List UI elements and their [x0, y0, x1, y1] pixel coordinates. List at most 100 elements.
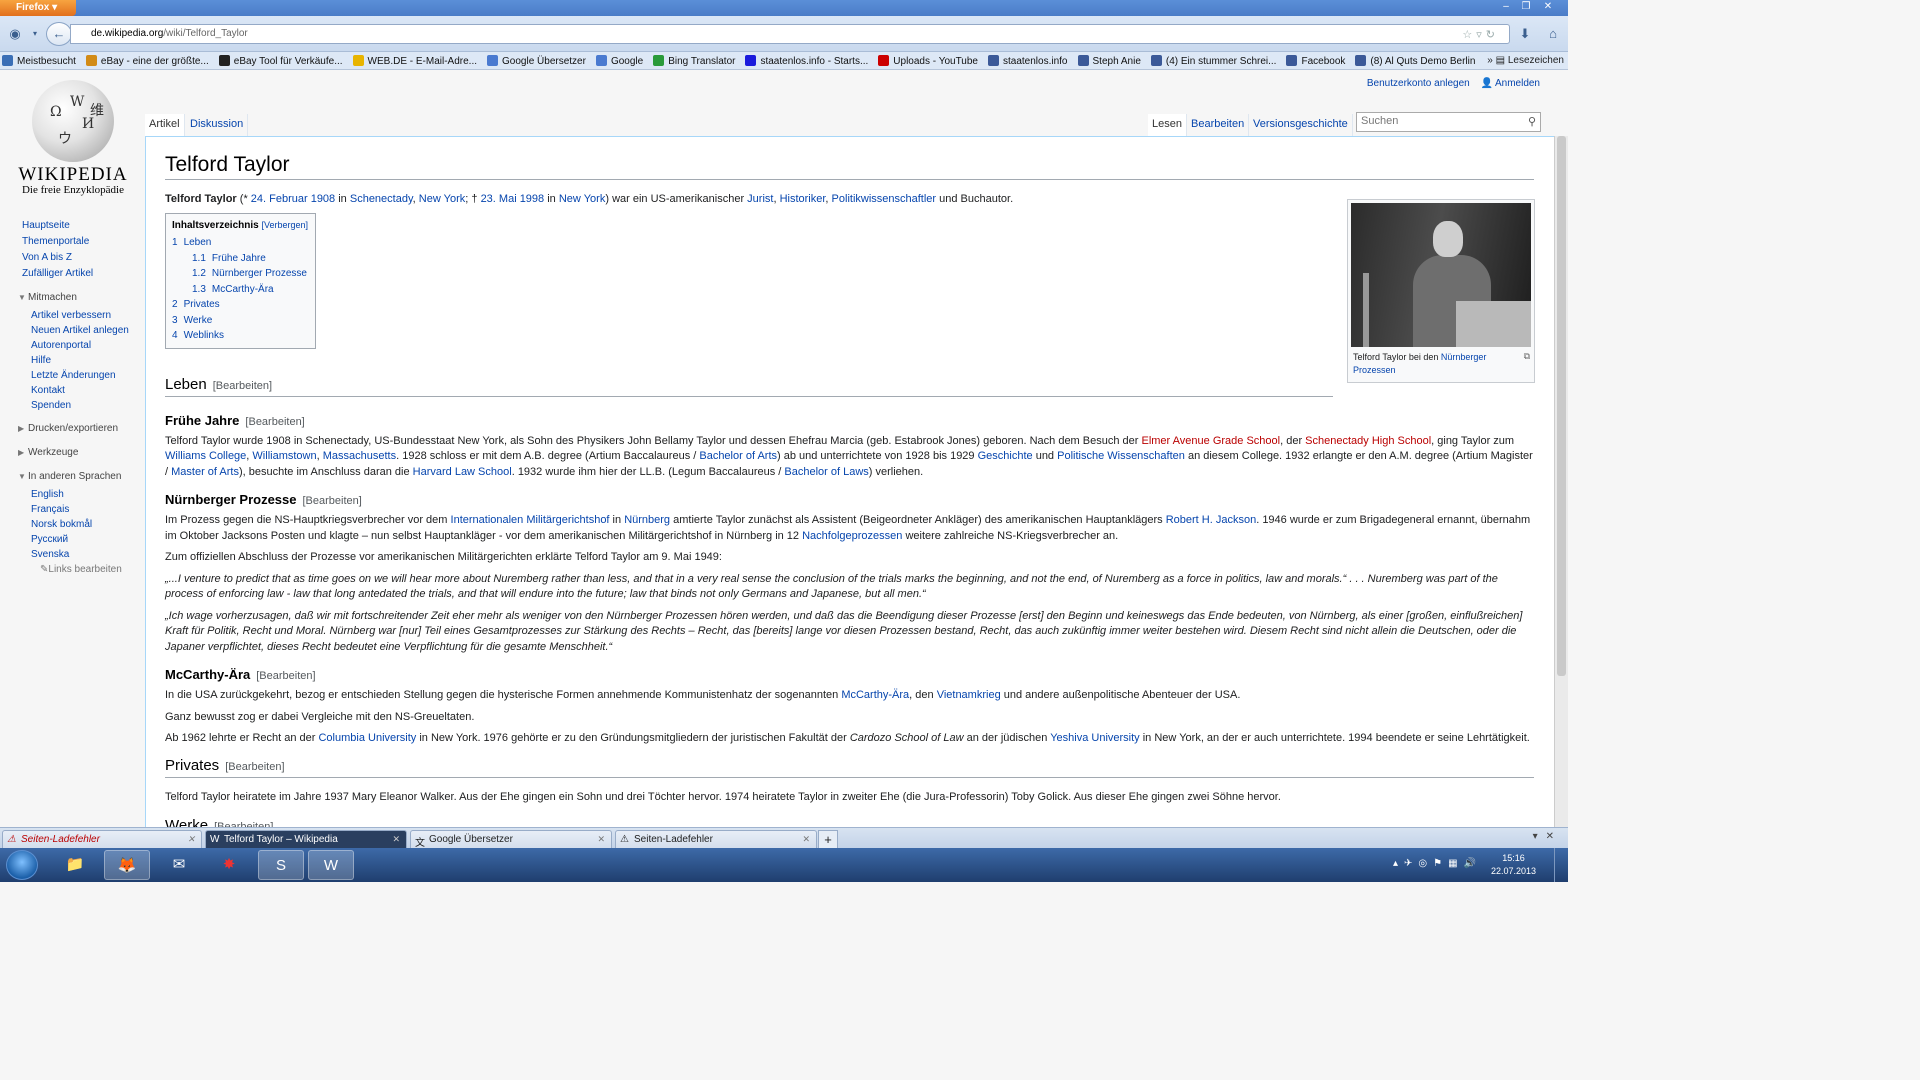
- explorer-taskbar-icon[interactable]: 📁: [52, 850, 98, 880]
- link-yeshiva-university[interactable]: Yeshiva University: [1050, 732, 1139, 744]
- login-link[interactable]: Anmelden: [1495, 78, 1540, 89]
- restore-icon[interactable]: ❐: [1516, 1, 1536, 12]
- link-bachelor-of-laws[interactable]: Bachelor of Laws: [784, 466, 868, 478]
- bookmark-item[interactable]: Uploads - YouTube: [878, 55, 978, 67]
- bookmark-item[interactable]: Bing Translator: [653, 55, 735, 67]
- portlet-werkzeuge[interactable]: ▶ Werkzeuge: [18, 445, 145, 461]
- tray-app-icon[interactable]: ✈: [1404, 858, 1418, 869]
- edit-section-link[interactable]: [Bearbeiten]: [245, 416, 304, 428]
- bookmark-item[interactable]: Google Übersetzer: [487, 55, 586, 67]
- sidebar-item-von-a-bis-z[interactable]: Von A bis Z: [22, 250, 145, 266]
- bookmarks-menu[interactable]: » ▤ Lesezeichen: [1481, 55, 1564, 66]
- link-new-york-death[interactable]: New York: [559, 193, 605, 205]
- tab-bearbeiten[interactable]: Bearbeiten: [1187, 114, 1250, 136]
- portlet-mitmachen[interactable]: ▼ Mitmachen: [18, 290, 145, 306]
- sidebar-item-themenportale[interactable]: Themenportale: [22, 234, 145, 250]
- tab-versionsgeschichte[interactable]: Versionsgeschichte: [1249, 114, 1353, 136]
- close-tab-icon[interactable]: ✕: [392, 834, 400, 845]
- tray-network-icon[interactable]: ◎: [1418, 858, 1433, 869]
- toc-item[interactable]: 1 Leben: [172, 235, 309, 251]
- download-arrow-icon[interactable]: ⬇: [1514, 24, 1536, 44]
- bookmark-item[interactable]: Google: [595, 55, 643, 67]
- link-politische-wissenschaften[interactable]: Politische Wissenschaften: [1057, 450, 1185, 462]
- sidebar-item-neuen-artikel[interactable]: Neuen Artikel anlegen: [31, 323, 131, 338]
- bookmark-item[interactable]: WEB.DE - E-Mail-Adre...: [352, 55, 477, 67]
- link-nuernberg[interactable]: Nürnberg: [624, 514, 670, 526]
- link-columbia-university[interactable]: Columbia University: [318, 732, 416, 744]
- link-williams-college[interactable]: Williams College: [165, 450, 246, 462]
- toc-item[interactable]: 1.2 Nürnberger Prozesse: [192, 266, 309, 282]
- skype-taskbar-icon[interactable]: S: [258, 850, 304, 880]
- word-taskbar-icon[interactable]: W: [308, 850, 354, 880]
- toc-hide-link[interactable]: [Verbergen]: [261, 220, 308, 230]
- bookmark-item[interactable]: Steph Anie: [1077, 55, 1141, 67]
- bookmark-item[interactable]: staatenlos.info - Starts...: [745, 55, 868, 67]
- tab-lesen[interactable]: Lesen: [1148, 114, 1187, 136]
- link-historiker[interactable]: Historiker: [780, 193, 826, 205]
- link-vietnamkrieg[interactable]: Vietnamkrieg: [937, 689, 1001, 701]
- close-tab-icon[interactable]: ✕: [802, 834, 810, 845]
- edit-section-link[interactable]: [Bearbeiten]: [225, 761, 284, 773]
- enlarge-icon[interactable]: ⧉: [1524, 351, 1530, 362]
- sidebar-item-hilfe[interactable]: Hilfe: [31, 353, 131, 368]
- create-account-link[interactable]: Benutzerkonto anlegen: [1367, 78, 1470, 89]
- link-harvard-law[interactable]: Harvard Law School: [413, 466, 512, 478]
- link-schenectady-high[interactable]: Schenectady High School: [1305, 435, 1431, 447]
- history-dropdown-icon[interactable]: ▾: [24, 24, 46, 44]
- link-massachusetts[interactable]: Massachusetts: [323, 450, 396, 462]
- search-input[interactable]: Suchen ⚲: [1356, 112, 1541, 132]
- show-desktop-button[interactable]: [1554, 848, 1568, 882]
- link-death-date[interactable]: 23. Mai 1998: [481, 193, 545, 205]
- reload-icon[interactable]: ↻: [1486, 29, 1499, 41]
- lang-svenska[interactable]: Svenska: [31, 547, 131, 562]
- link-williamstown[interactable]: Williamstown: [252, 450, 316, 462]
- tab-list-icon[interactable]: ▾: [1533, 831, 1546, 842]
- browser-tab-ladefehler-2[interactable]: ⚠ Seiten-Ladefehler ✕: [615, 830, 817, 849]
- tray-up-arrow-icon[interactable]: ▴: [1393, 858, 1404, 869]
- edit-section-link[interactable]: [Bearbeiten]: [213, 380, 272, 392]
- link-master-of-arts[interactable]: Master of Arts: [171, 466, 239, 478]
- scrollbar-thumb[interactable]: [1557, 136, 1566, 676]
- bookmark-item[interactable]: eBay - eine der größte...: [85, 55, 209, 67]
- taskbar-clock[interactable]: 15:16 22.07.2013: [1491, 852, 1536, 878]
- tab-artikel[interactable]: Artikel: [145, 114, 185, 136]
- link-bachelor-of-arts[interactable]: Bachelor of Arts: [699, 450, 777, 462]
- wikipedia-logo[interactable]: ΩWИウ维 WIKIPEDIA Die freie Enzyklopädie: [18, 80, 128, 196]
- app-taskbar-icon[interactable]: ✸: [206, 850, 252, 880]
- bookmark-item[interactable]: (4) Ein stummer Schrei...: [1150, 55, 1276, 67]
- bookmark-item[interactable]: (8) Al Quts Demo Berlin: [1355, 55, 1475, 67]
- sidebar-item-zufaelliger-artikel[interactable]: Zufälliger Artikel: [22, 266, 145, 282]
- system-tray[interactable]: ▴✈◎⚑▦🔊: [1393, 858, 1482, 869]
- flag-icon[interactable]: ⚑: [1433, 858, 1448, 869]
- link-schenectady[interactable]: Schenectady: [350, 193, 413, 205]
- browser-tab-telford-taylor[interactable]: W Telford Taylor – Wikipedia ✕: [205, 830, 407, 849]
- lang-norsk[interactable]: Norsk bokmål: [31, 517, 131, 532]
- edit-section-link[interactable]: [Bearbeiten]: [256, 670, 315, 682]
- links-edit[interactable]: ✎Links bearbeiten: [40, 564, 145, 575]
- lang-russian[interactable]: Русский: [31, 532, 131, 547]
- sidebar-item-hauptseite[interactable]: Hauptseite: [22, 218, 145, 234]
- close-all-icon[interactable]: ✕: [1546, 831, 1562, 842]
- volume-icon[interactable]: 🔊: [1464, 858, 1482, 869]
- link-new-york[interactable]: New York: [419, 193, 465, 205]
- bookmark-item[interactable]: staatenlos.info: [988, 55, 1068, 67]
- link-elmer-avenue[interactable]: Elmer Avenue Grade School: [1141, 435, 1280, 447]
- link-jurist[interactable]: Jurist: [747, 193, 773, 205]
- link-birth-date[interactable]: 24. Februar 1908: [251, 193, 335, 205]
- app-menu-icon[interactable]: ◉: [4, 24, 26, 44]
- close-tab-icon[interactable]: ✕: [187, 834, 195, 845]
- sidebar-item-artikel-verbessern[interactable]: Artikel verbessern: [31, 308, 131, 323]
- dropdown-arrow-icon[interactable]: ▿: [1476, 29, 1486, 41]
- bookmark-star-icon[interactable]: ☆: [1462, 29, 1476, 41]
- page-scrollbar[interactable]: [1554, 136, 1568, 827]
- home-icon[interactable]: ⌂: [1542, 24, 1564, 44]
- bookmark-item[interactable]: Meistbesucht: [2, 55, 76, 67]
- close-icon[interactable]: ✕: [1538, 1, 1558, 12]
- edit-section-link[interactable]: [Bearbeiten]: [303, 495, 362, 507]
- close-tab-icon[interactable]: ✕: [597, 834, 605, 845]
- firefox-taskbar-icon[interactable]: 🦊: [104, 850, 150, 880]
- sidebar-item-spenden[interactable]: Spenden: [31, 398, 131, 413]
- toc-item[interactable]: 4 Weblinks: [172, 328, 309, 344]
- toc-item[interactable]: 1.3 McCarthy-Ära: [192, 282, 309, 298]
- toc-item[interactable]: 1.1 Frühe Jahre: [192, 251, 309, 267]
